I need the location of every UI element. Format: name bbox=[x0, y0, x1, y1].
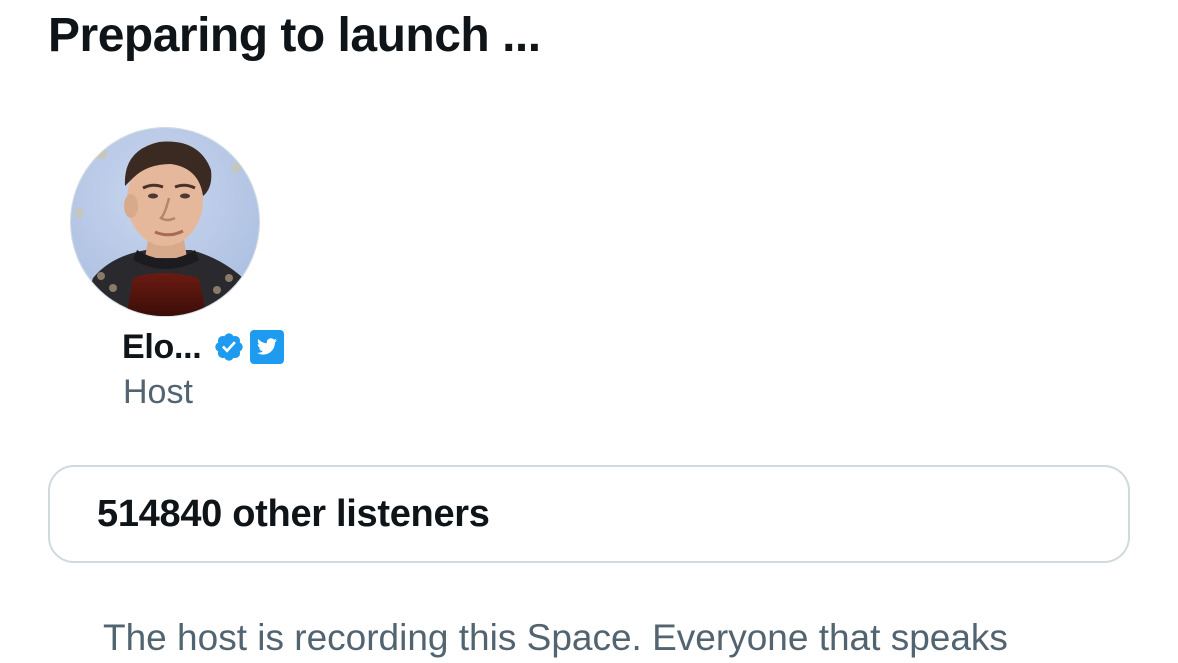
page-title: Preparing to launch ... bbox=[48, 9, 541, 62]
host-role-label: Host bbox=[123, 373, 193, 411]
recording-notice: The host is recording this Space. Everyo… bbox=[103, 617, 1008, 658]
host-card[interactable]: Elo... Host bbox=[70, 127, 330, 427]
host-avatar[interactable] bbox=[70, 127, 260, 317]
listeners-count-label: 514840 other listeners bbox=[97, 492, 490, 535]
host-name: Elo... bbox=[122, 327, 202, 366]
listeners-button[interactable]: 514840 other listeners bbox=[48, 465, 1130, 563]
host-name-row[interactable]: Elo... bbox=[122, 327, 285, 367]
verified-icon bbox=[213, 331, 245, 363]
avatar-image bbox=[71, 128, 259, 316]
twitter-affiliate-icon bbox=[249, 329, 285, 365]
